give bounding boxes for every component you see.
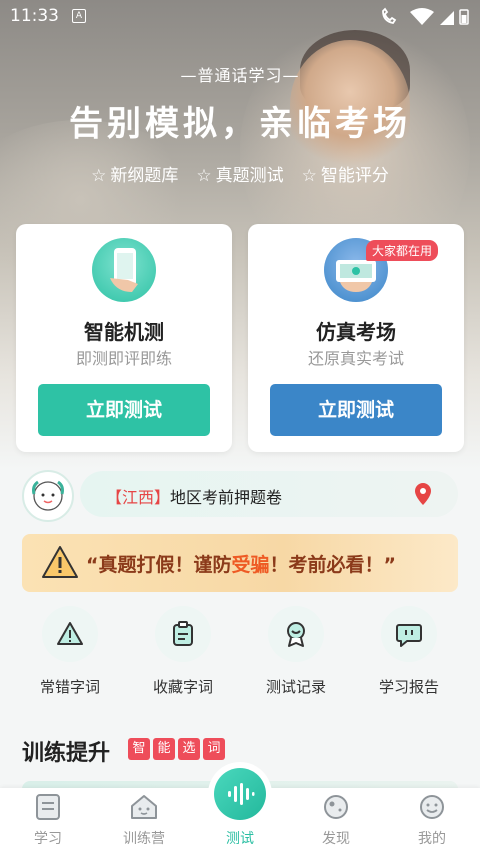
tool-test-records[interactable]: 测试记录 xyxy=(241,606,351,697)
clipboard-icon xyxy=(155,606,211,662)
status-icons xyxy=(380,7,470,31)
mock-exam-button[interactable]: 立即测试 xyxy=(270,384,442,436)
hero-subtitle: —普通话学习— xyxy=(180,66,300,85)
battery-icon xyxy=(459,9,469,25)
feature-item: ☆ 新纲题库 xyxy=(91,166,179,186)
region-tag: 【江西】 xyxy=(106,488,171,507)
mock-exam-card: 大家都在用 仿真考场 还原真实考试 立即测试 xyxy=(248,224,464,452)
quote-close: ” xyxy=(383,554,397,576)
wifi-icon xyxy=(410,8,434,25)
nav-label: 我的 xyxy=(418,831,446,847)
popular-badge: 大家都在用 xyxy=(366,240,439,261)
nav-training-camp[interactable]: 训练营 xyxy=(96,792,192,848)
nav-label: 发现 xyxy=(322,831,350,847)
nav-label: 测试 xyxy=(226,831,254,847)
nav-label: 学习 xyxy=(34,831,62,847)
tag: 能 xyxy=(153,738,175,760)
nav-test[interactable]: 测试 xyxy=(192,792,288,848)
nav-discover[interactable]: 发现 xyxy=(288,792,384,848)
quote-open: “ xyxy=(86,554,99,576)
status-bar: 11:33 A xyxy=(0,0,480,34)
signal-icon xyxy=(440,11,454,25)
smile-icon xyxy=(417,792,447,822)
book-icon xyxy=(33,792,63,822)
smart-test-button[interactable]: 立即测试 xyxy=(38,384,210,436)
card-title: 智能机测 xyxy=(84,320,164,344)
card-subtitle: 即测即评即练 xyxy=(75,349,172,368)
feature-list: ☆ 新纲题库 ☆ 真题测试 ☆ 智能评分 xyxy=(0,161,480,186)
tool-label: 学习报告 xyxy=(378,678,439,696)
warning-triangle-icon xyxy=(40,544,80,584)
nav-label: 训练营 xyxy=(123,831,165,847)
location-pin-icon xyxy=(414,482,432,510)
banner-text-1: 真题打假！谨防 xyxy=(98,554,232,576)
status-time: 11:33 xyxy=(10,6,59,26)
star-icon: ☆ xyxy=(91,166,107,186)
medal-icon xyxy=(268,606,324,662)
tag: 词 xyxy=(203,738,225,760)
training-section-title: 训练提升 xyxy=(22,741,111,766)
banner-text-2: ！考前必看！ xyxy=(269,554,384,576)
mascot-avatar xyxy=(22,470,74,522)
fraud-warning-banner[interactable]: “真题打假！谨防受骗！考前必看！” xyxy=(22,534,458,592)
tool-favorites[interactable]: 收藏字词 xyxy=(128,606,238,697)
tool-label: 收藏字词 xyxy=(152,678,213,696)
phone-test-icon xyxy=(92,238,156,302)
nav-study[interactable]: 学习 xyxy=(0,792,96,848)
call-icon xyxy=(382,7,397,25)
card-subtitle: 还原真实考试 xyxy=(307,349,404,368)
tool-study-report[interactable]: 学习报告 xyxy=(354,606,464,697)
house-icon xyxy=(129,792,159,822)
card-title: 仿真考场 xyxy=(316,320,396,344)
tool-label: 测试记录 xyxy=(265,678,326,696)
planet-icon xyxy=(321,792,351,822)
tool-label: 常错字词 xyxy=(39,678,100,696)
star-icon: ☆ xyxy=(196,166,212,186)
hero-title: 告别模拟，亲临考场 xyxy=(69,104,411,144)
smart-test-card: 智能机测 即测即评即练 立即测试 xyxy=(16,224,232,452)
tool-common-errors[interactable]: 常错字词 xyxy=(15,606,125,697)
warning-icon xyxy=(42,606,98,662)
feature-item: ☆ 真题测试 xyxy=(196,166,284,186)
nav-mine[interactable]: 我的 xyxy=(384,792,480,848)
training-tags: 智 能 选 词 xyxy=(128,738,225,760)
notification-icon: A xyxy=(72,9,86,23)
banner-highlight: 受骗 xyxy=(231,554,270,576)
chat-report-icon xyxy=(381,606,437,662)
tag: 选 xyxy=(178,738,200,760)
star-icon: ☆ xyxy=(301,166,317,186)
region-paper-entry[interactable]: 【江西】地区考前押题卷 xyxy=(80,471,458,517)
tag: 智 xyxy=(128,738,150,760)
feature-item: ☆ 智能评分 xyxy=(301,166,389,186)
region-text: 地区考前押题卷 xyxy=(170,488,283,507)
